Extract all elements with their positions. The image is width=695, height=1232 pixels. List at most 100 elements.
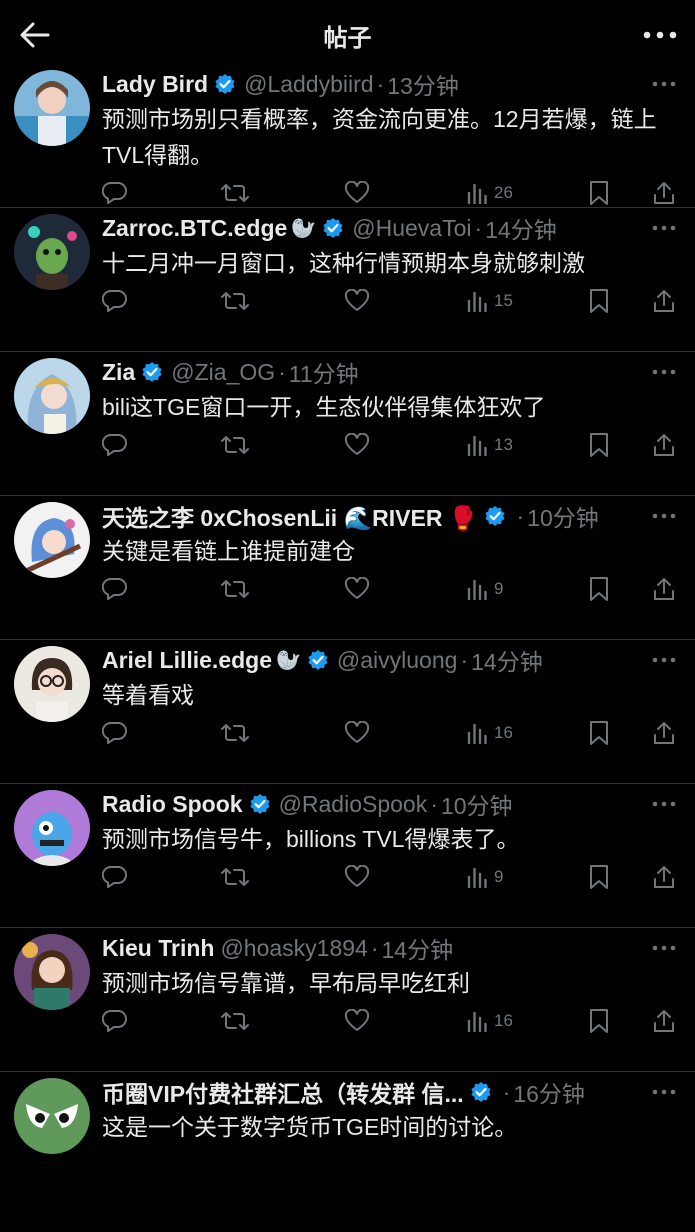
- author-handle[interactable]: @Zia_OG: [171, 359, 275, 386]
- post-more-button[interactable]: [651, 362, 677, 382]
- share-button[interactable]: [652, 572, 676, 606]
- author-name[interactable]: Radio Spook: [102, 791, 243, 818]
- post-more-button[interactable]: [651, 794, 677, 814]
- reply-button[interactable]: [102, 860, 128, 894]
- post[interactable]: 天选之李 0xChosenLii 🌊RIVER 🥊 · 10分钟 关键是看链上谁…: [0, 496, 695, 640]
- post-text: 预测市场信号靠谱，早布局早吃红利: [102, 970, 470, 996]
- post-time[interactable]: 10分钟: [441, 788, 513, 820]
- like-button[interactable]: [344, 572, 370, 606]
- repost-button[interactable]: [220, 1004, 250, 1038]
- post-more-button[interactable]: [651, 218, 677, 238]
- repost-button[interactable]: [220, 860, 250, 894]
- post[interactable]: Kieu Trinh @hoasky1894 · 14分钟 预测市场信号靠谱，早…: [0, 928, 695, 1072]
- author-handle[interactable]: @hoasky1894: [220, 935, 367, 962]
- avatar[interactable]: [14, 646, 90, 722]
- like-button[interactable]: [344, 860, 370, 894]
- post[interactable]: Zia @Zia_OG · 11分钟 bili这TGE窗口一开，生态伙伴得集体狂…: [0, 352, 695, 496]
- post-more-button[interactable]: [651, 1082, 677, 1102]
- post-time[interactable]: 14分钟: [485, 212, 557, 244]
- bookmark-button[interactable]: [588, 428, 610, 462]
- post[interactable]: Zarroc.BTC.edge 🦭 @HuevaToi · 14分钟 十二月冲一月…: [0, 208, 695, 352]
- bookmark-button[interactable]: [588, 1004, 610, 1038]
- post-time[interactable]: 13分钟: [387, 68, 459, 100]
- author-handle[interactable]: @RadioSpook: [279, 791, 428, 818]
- repost-button[interactable]: [220, 572, 250, 606]
- post-time[interactable]: 14分钟: [471, 644, 543, 676]
- page-title: 帖子: [323, 24, 372, 52]
- views-button[interactable]: 16: [466, 716, 513, 750]
- more-button[interactable]: [625, 0, 695, 70]
- repost-button[interactable]: [220, 284, 250, 318]
- share-button[interactable]: [652, 284, 676, 318]
- views-button[interactable]: 15: [466, 284, 513, 318]
- share-button[interactable]: [652, 860, 676, 894]
- bookmark-button[interactable]: [588, 860, 610, 894]
- back-button[interactable]: [0, 0, 70, 70]
- reply-icon: [102, 577, 127, 600]
- reply-button[interactable]: [102, 176, 128, 210]
- repost-button[interactable]: [220, 428, 250, 462]
- avatar[interactable]: [14, 790, 90, 866]
- bookmark-icon: [590, 865, 608, 889]
- like-button[interactable]: [344, 1004, 370, 1038]
- post-time[interactable]: 10分钟: [527, 500, 599, 532]
- share-button[interactable]: [652, 176, 676, 210]
- avatar[interactable]: [14, 934, 90, 1010]
- author-name[interactable]: Kieu Trinh: [102, 935, 214, 962]
- post[interactable]: Lady Bird @Laddybiird · 13分钟 预测市场别只看概率，资…: [0, 64, 695, 208]
- bookmark-button[interactable]: [588, 284, 610, 318]
- share-button[interactable]: [652, 428, 676, 462]
- views-button[interactable]: 26: [466, 176, 513, 210]
- reply-icon: [102, 1009, 127, 1032]
- author-handle[interactable]: @aivyluong: [337, 647, 458, 674]
- views-button[interactable]: 9: [466, 860, 503, 894]
- post-more-button[interactable]: [651, 74, 677, 94]
- reply-button[interactable]: [102, 284, 128, 318]
- share-button[interactable]: [652, 716, 676, 750]
- bookmark-button[interactable]: [588, 176, 610, 210]
- like-button[interactable]: [344, 428, 370, 462]
- author-name[interactable]: Zia: [102, 359, 135, 386]
- bookmark-button[interactable]: [588, 716, 610, 750]
- views-button[interactable]: 9: [466, 572, 503, 606]
- post-time[interactable]: 11分钟: [289, 356, 359, 388]
- repost-button[interactable]: [220, 176, 250, 210]
- share-button[interactable]: [652, 1004, 676, 1038]
- post-more-button[interactable]: [651, 506, 677, 526]
- reply-button[interactable]: [102, 716, 128, 750]
- post[interactable]: Ariel Lillie.edge 🦭 @aivyluong · 14分钟 等着看…: [0, 640, 695, 784]
- more-horizontal-icon: [652, 513, 676, 519]
- author-name[interactable]: Zarroc.BTC.edge: [102, 215, 287, 242]
- repost-button[interactable]: [220, 716, 250, 750]
- author-name[interactable]: Lady Bird: [102, 71, 208, 98]
- post[interactable]: 币圈VIP付费社群汇总（转发群 信... · 16分钟 这是一个关于数字货币TG…: [0, 1072, 695, 1232]
- post-time[interactable]: 16分钟: [513, 1076, 585, 1108]
- reply-button[interactable]: [102, 572, 128, 606]
- views-button[interactable]: 16: [466, 1004, 513, 1038]
- post-time[interactable]: 14分钟: [382, 932, 454, 964]
- avatar[interactable]: [14, 70, 90, 146]
- bookmark-button[interactable]: [588, 572, 610, 606]
- reply-button[interactable]: [102, 1004, 128, 1038]
- avatar[interactable]: [14, 358, 90, 434]
- author-name[interactable]: 天选之李 0xChosenLii 🌊RIVER 🥊: [102, 500, 478, 532]
- author-name[interactable]: 币圈VIP付费社群汇总（转发群 信...: [102, 1076, 464, 1108]
- post[interactable]: Radio Spook @RadioSpook · 10分钟 预测市场信号牛，b…: [0, 784, 695, 928]
- post-more-button[interactable]: [651, 938, 677, 958]
- post-text: 十二月冲一月窗口，这种行情预期本身就够刺激: [102, 250, 585, 276]
- avatar[interactable]: [14, 214, 90, 290]
- avatar[interactable]: [14, 1078, 90, 1154]
- like-button[interactable]: [344, 176, 370, 210]
- avatar[interactable]: [14, 502, 90, 578]
- like-button[interactable]: [344, 716, 370, 750]
- author-name[interactable]: Ariel Lillie.edge: [102, 647, 272, 674]
- heart-icon: [344, 865, 370, 887]
- action-bar: 26: [102, 176, 687, 212]
- views-button[interactable]: 13: [466, 428, 513, 462]
- separator-dot: ·: [376, 70, 385, 97]
- author-handle[interactable]: @HuevaToi: [352, 215, 471, 242]
- post-more-button[interactable]: [651, 650, 677, 670]
- author-handle[interactable]: @Laddybiird: [244, 71, 373, 98]
- reply-button[interactable]: [102, 428, 128, 462]
- like-button[interactable]: [344, 284, 370, 318]
